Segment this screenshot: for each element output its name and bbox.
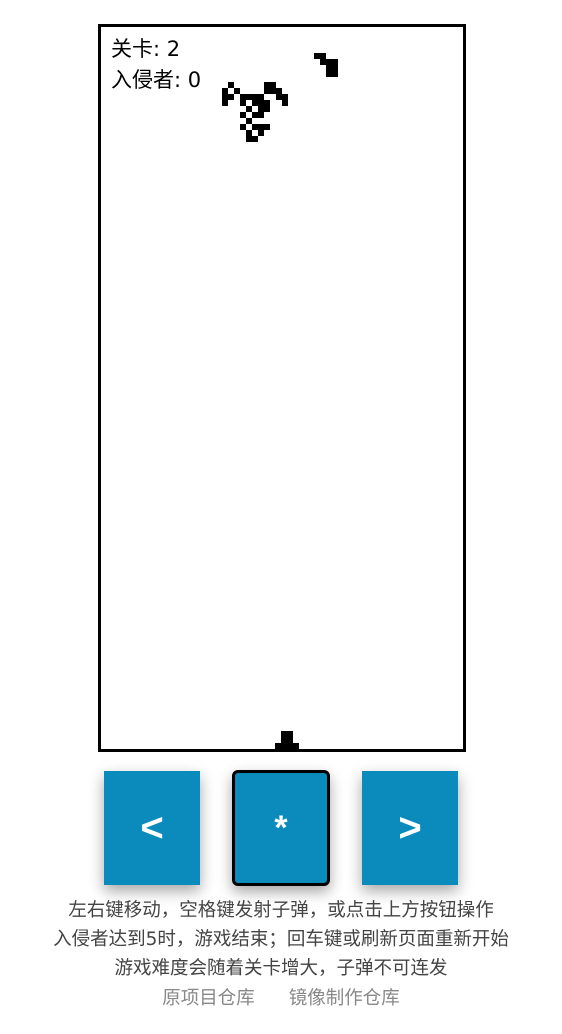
asterisk-icon: * [274,808,288,847]
instruction-line: 左右键移动，空格键发射子弹，或点击上方按钮操作 [68,900,494,921]
chevron-right-icon: > [398,805,422,850]
move-left-button[interactable]: < [104,771,200,885]
fire-button[interactable]: * [232,770,330,886]
game-board: 关卡: 2 入侵者: 0 [98,24,466,752]
mirror-repo-link[interactable]: 镜像制作仓库 [289,988,400,1009]
instructions: 左右键移动，空格键发射子弹，或点击上方按钮操作 入侵者达到5时，游戏结束；回车键… [0,896,562,983]
chevron-left-icon: < [140,805,164,850]
instruction-line: 入侵者达到5时，游戏结束；回车键或刷新页面重新开始 [53,929,509,950]
move-right-button[interactable]: > [362,771,458,885]
invader-counter: 入侵者: 0 [111,68,202,92]
level-counter: 关卡: 2 [111,37,181,61]
footer-links: 原项目仓库 镜像制作仓库 [0,984,562,1013]
original-repo-link[interactable]: 原项目仓库 [162,988,255,1009]
instruction-line: 游戏难度会随着关卡增大，子弹不可连发 [114,958,448,979]
